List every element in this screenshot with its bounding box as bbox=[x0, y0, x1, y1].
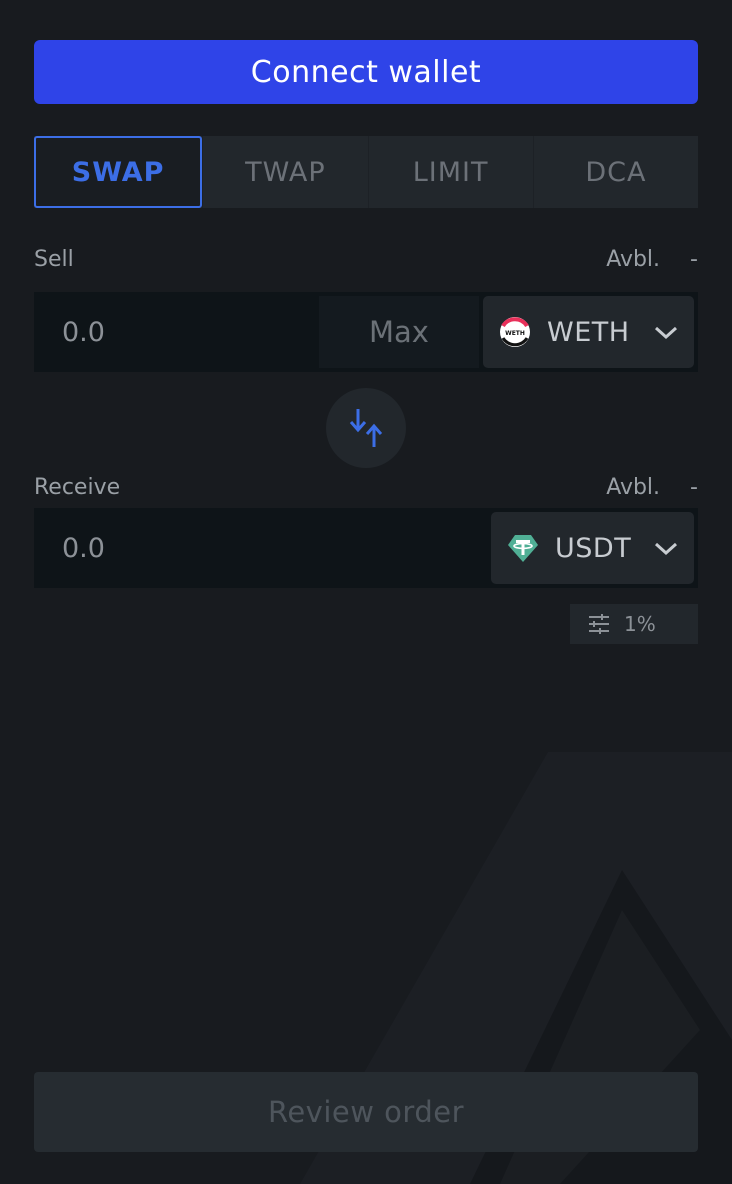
sell-available: Avbl. - bbox=[606, 247, 698, 272]
swap-arrows-icon bbox=[349, 409, 383, 447]
weth-token-icon: WETH bbox=[500, 317, 530, 347]
connect-wallet-button[interactable]: Connect wallet bbox=[34, 40, 698, 104]
receive-label: Receive bbox=[34, 474, 121, 500]
sell-amount-input[interactable]: 0.0 bbox=[34, 317, 105, 348]
receive-amount-input[interactable]: 0.0 bbox=[34, 533, 105, 564]
sell-label: Sell bbox=[34, 246, 74, 272]
tab-dca[interactable]: DCA bbox=[532, 136, 698, 208]
receive-avbl-label: Avbl. bbox=[606, 474, 661, 500]
review-order-button[interactable]: Review order bbox=[34, 1072, 698, 1152]
order-type-tabs: SWAP TWAP LIMIT DCA bbox=[34, 136, 698, 208]
slippage-settings-button[interactable]: 1% bbox=[570, 604, 698, 644]
max-button[interactable]: Max bbox=[319, 296, 479, 368]
receive-header: Receive Avbl. - bbox=[34, 471, 698, 503]
receive-field: 0.0 USDT bbox=[34, 508, 698, 588]
tab-twap[interactable]: TWAP bbox=[202, 136, 367, 208]
tab-swap[interactable]: SWAP bbox=[34, 136, 203, 208]
sell-avbl-label: Avbl. bbox=[606, 246, 661, 272]
slippage-value: 1% bbox=[624, 612, 656, 636]
sliders-icon bbox=[589, 614, 609, 634]
receive-available: Avbl. - bbox=[606, 475, 698, 500]
chevron-down-icon bbox=[654, 542, 678, 556]
swap-widget: Connect wallet SWAP TWAP LIMIT DCA Sell … bbox=[34, 0, 698, 1184]
swap-direction-button[interactable] bbox=[326, 388, 406, 468]
receive-token-name: USDT bbox=[555, 532, 632, 564]
svg-text:WETH: WETH bbox=[505, 330, 525, 337]
sell-avbl-value: - bbox=[690, 246, 698, 272]
tab-limit[interactable]: LIMIT bbox=[367, 136, 533, 208]
sell-header: Sell Avbl. - bbox=[34, 243, 698, 275]
receive-avbl-value: - bbox=[690, 474, 698, 500]
chevron-down-icon bbox=[654, 326, 678, 340]
usdt-token-icon bbox=[508, 535, 538, 562]
sell-token-select[interactable]: WETH WETH bbox=[483, 296, 694, 368]
receive-token-select[interactable]: USDT bbox=[491, 512, 694, 584]
sell-token-name: WETH bbox=[547, 316, 630, 348]
sell-field: 0.0 Max WETH WETH bbox=[34, 292, 698, 372]
